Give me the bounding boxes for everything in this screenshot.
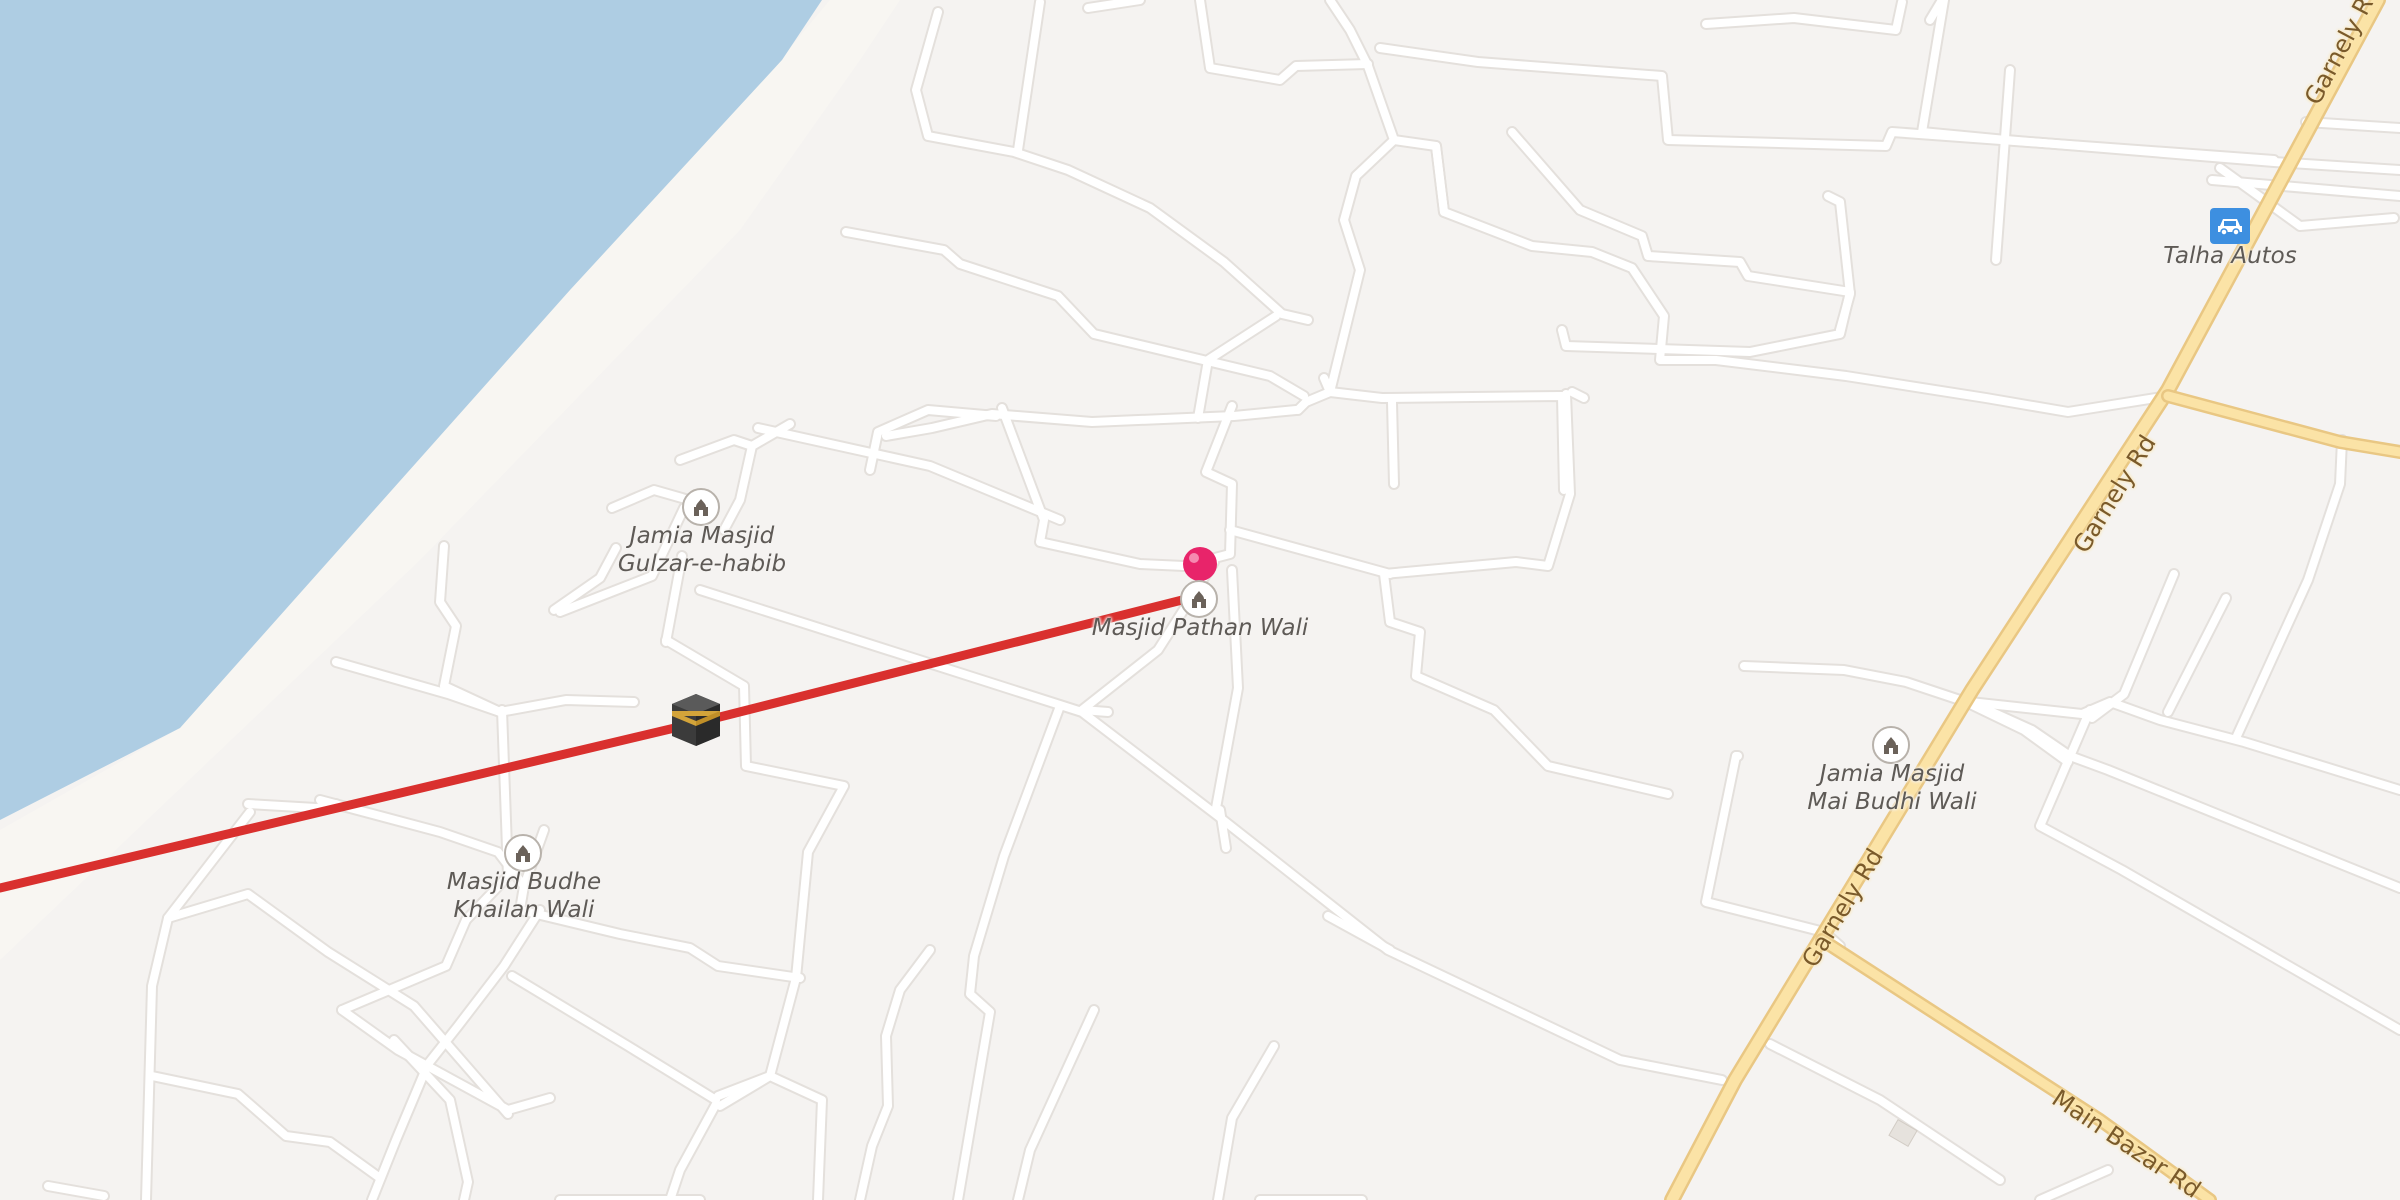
mosque-icon[interactable] <box>1872 726 1910 764</box>
minor-road <box>1388 398 1398 488</box>
minor-road <box>1568 388 1588 402</box>
map-canvas[interactable]: Jamia Masjid Gulzar-e-habib Masjid Patha… <box>0 0 2400 1200</box>
poi-label-jamia-gulzar[interactable]: Jamia Masjid Gulzar-e-habib <box>618 522 786 578</box>
poi-label-budhe-khailan[interactable]: Masjid Budhe Khailan Wali <box>447 868 601 924</box>
mosque-icon[interactable] <box>1180 580 1218 618</box>
kaaba-icon[interactable] <box>668 692 724 746</box>
mosque-icon[interactable] <box>682 488 720 526</box>
car-icon[interactable] <box>2210 208 2250 244</box>
mosque-icon[interactable] <box>504 834 542 872</box>
poi-label-pathan-wali[interactable]: Masjid Pathan Wali <box>1092 614 1309 642</box>
poi-label-talha-autos[interactable]: Talha Autos <box>2163 242 2297 270</box>
poi-label-mai-budhi[interactable]: Jamia Masjid Mai Budhi Wali <box>1807 760 1976 816</box>
